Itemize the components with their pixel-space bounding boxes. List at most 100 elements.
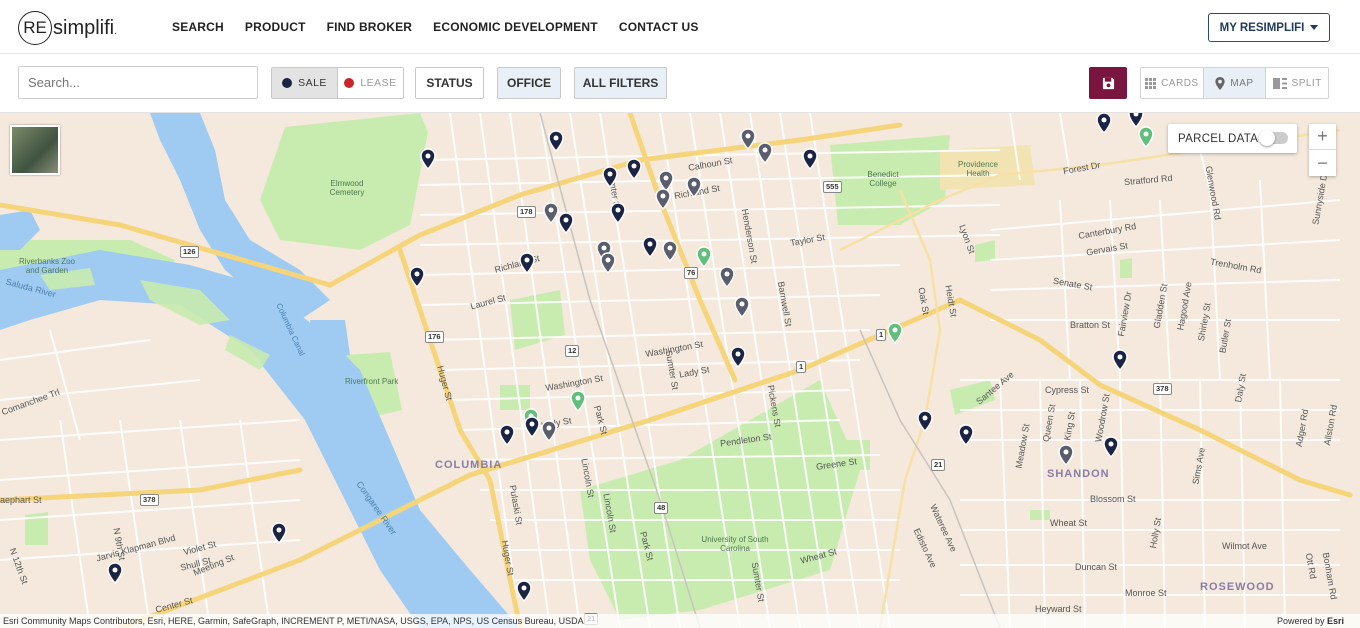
top-header: RE simplifi . SEARCH PRODUCT FIND BROKER… xyxy=(0,0,1360,54)
split-view-label: SPLIT xyxy=(1291,77,1322,89)
street-bratton: Bratton St xyxy=(1070,320,1111,330)
nav-economic-development[interactable]: ECONOMIC DEVELOPMENT xyxy=(433,20,598,34)
highway-shield-48: 48 xyxy=(654,502,669,514)
property-pin-icon[interactable] xyxy=(1058,444,1074,466)
property-pin-icon[interactable] xyxy=(602,166,618,188)
logo-wordmark: simplifi xyxy=(53,16,115,39)
lease-label: LEASE xyxy=(360,77,397,89)
property-pin-icon[interactable] xyxy=(543,202,559,224)
property-pin-icon[interactable] xyxy=(1103,436,1119,458)
street-blossom: Blossom St xyxy=(1090,494,1136,504)
save-search-button[interactable] xyxy=(1089,67,1127,99)
property-pin-icon[interactable] xyxy=(958,424,974,446)
my-resimplifi-button[interactable]: MY RESIMPLIFI xyxy=(1208,13,1330,42)
property-pin-icon[interactable] xyxy=(610,202,626,224)
property-pin-icon[interactable] xyxy=(107,562,123,584)
property-pin-icon[interactable] xyxy=(662,240,678,262)
property-pin-icon[interactable] xyxy=(655,188,671,210)
property-pin-icon[interactable] xyxy=(600,252,616,274)
esri-brand[interactable]: Esri xyxy=(1327,616,1344,626)
property-pin-icon[interactable] xyxy=(409,266,425,288)
powered-by: Powered by Esri xyxy=(1277,614,1344,628)
nav-find-broker[interactable]: FIND BROKER xyxy=(327,20,413,34)
property-pin-icon[interactable] xyxy=(1112,349,1128,371)
status-button[interactable]: STATUS xyxy=(415,67,484,99)
highway-shield-555: 555 xyxy=(823,181,842,193)
highway-shield-126: 126 xyxy=(180,246,199,258)
label-riverbanks-zoo: Riverbanks Zoo and Garden xyxy=(18,257,76,275)
property-pin-icon[interactable] xyxy=(541,420,557,442)
parcel-toggle-switch[interactable] xyxy=(1259,130,1288,146)
property-pin-icon[interactable] xyxy=(730,346,746,368)
property-pin-icon[interactable] xyxy=(642,236,658,258)
split-view-button[interactable]: SPLIT xyxy=(1266,68,1328,98)
basemap-thumbnail[interactable] xyxy=(10,125,60,175)
sale-dot-icon xyxy=(282,78,293,88)
property-pin-icon[interactable] xyxy=(1138,126,1154,148)
property-pin-icon[interactable] xyxy=(271,522,287,544)
search-input[interactable] xyxy=(18,66,258,99)
split-view-icon xyxy=(1272,77,1287,89)
street-wilmot: Wilmot Ave xyxy=(1222,541,1267,551)
label-rosewood: ROSEWOOD xyxy=(1200,581,1275,593)
property-pin-icon[interactable] xyxy=(516,580,532,602)
parcel-data-toggle[interactable]: PARCEL DATA xyxy=(1168,124,1297,153)
filter-toolbar: SALE LEASE STATUS OFFICE ALL FILTERS CAR… xyxy=(0,54,1360,113)
highway-shield-12: 12 xyxy=(565,345,580,357)
label-shandon: SHANDON xyxy=(1047,468,1110,480)
property-pin-icon[interactable] xyxy=(696,246,712,268)
nav-search[interactable]: SEARCH xyxy=(172,20,224,34)
lease-dot-icon xyxy=(344,78,355,88)
floppy-disk-icon xyxy=(1102,77,1114,89)
lease-option[interactable]: LEASE xyxy=(338,68,403,98)
sale-option[interactable]: SALE xyxy=(272,68,338,98)
property-pin-icon[interactable] xyxy=(734,296,750,318)
map-view-label: MAP xyxy=(1230,77,1254,89)
property-pin-icon[interactable] xyxy=(887,322,903,344)
highway-shield-76: 76 xyxy=(684,267,699,279)
sale-lease-toggle: SALE LEASE xyxy=(271,67,404,99)
street-duncan: Duncan St xyxy=(1075,562,1118,572)
resimplifi-logo[interactable]: RE simplifi . xyxy=(18,11,117,45)
zoom-control: + − xyxy=(1309,124,1336,176)
nav-contact-us[interactable]: CONTACT US xyxy=(619,20,699,34)
property-pin-icon[interactable] xyxy=(719,266,735,288)
property-pin-icon[interactable] xyxy=(686,176,702,198)
property-pin-icon[interactable] xyxy=(1096,113,1112,134)
logo-mark: RE xyxy=(18,11,52,45)
my-resimplifi-label: MY RESIMPLIFI xyxy=(1219,21,1305,34)
map-canvas[interactable]: COLUMBIA SHANDON ROSEWOOD Elmwood Cemete… xyxy=(0,113,1360,628)
zoom-in-button[interactable]: + xyxy=(1309,124,1336,150)
highway-shield-378: 378 xyxy=(140,494,159,506)
grid-icon xyxy=(1145,77,1157,89)
property-pin-icon[interactable] xyxy=(558,212,574,234)
property-pin-icon[interactable] xyxy=(626,158,642,180)
map-pin-icon xyxy=(1215,76,1226,90)
map-attribution: Esri Community Maps Contributors, Esri, … xyxy=(0,614,1360,628)
office-button[interactable]: OFFICE xyxy=(497,67,561,99)
cards-view-label: CARDS xyxy=(1161,77,1199,89)
property-pin-icon[interactable] xyxy=(917,410,933,432)
attribution-text: Esri Community Maps Contributors, Esri, … xyxy=(3,616,584,626)
property-pin-icon[interactable] xyxy=(802,148,818,170)
property-pin-icon[interactable] xyxy=(740,128,756,150)
highway-shield-1: 1 xyxy=(796,361,807,373)
all-filters-button[interactable]: ALL FILTERS xyxy=(574,67,667,99)
property-pin-icon[interactable] xyxy=(757,142,773,164)
highway-shield-21: 21 xyxy=(931,459,946,471)
street-wheat: Wheat St xyxy=(1050,518,1088,528)
zoom-out-button[interactable]: − xyxy=(1309,150,1336,176)
property-pin-icon[interactable] xyxy=(420,148,436,170)
nav-product[interactable]: PRODUCT xyxy=(245,20,306,34)
property-pin-icon[interactable] xyxy=(524,416,540,438)
map-view-button[interactable]: MAP xyxy=(1202,68,1267,98)
property-pin-icon[interactable] xyxy=(499,424,515,446)
cards-view-button[interactable]: CARDS xyxy=(1141,68,1203,98)
powered-by-text: Powered by xyxy=(1276,616,1325,626)
chevron-down-icon xyxy=(1310,25,1319,30)
label-usc: University of South Carolina xyxy=(701,535,769,553)
property-pin-icon[interactable] xyxy=(570,390,586,412)
property-pin-icon[interactable] xyxy=(548,130,564,152)
street-raphael: aephart St xyxy=(0,495,42,505)
property-pin-icon[interactable] xyxy=(519,252,535,274)
